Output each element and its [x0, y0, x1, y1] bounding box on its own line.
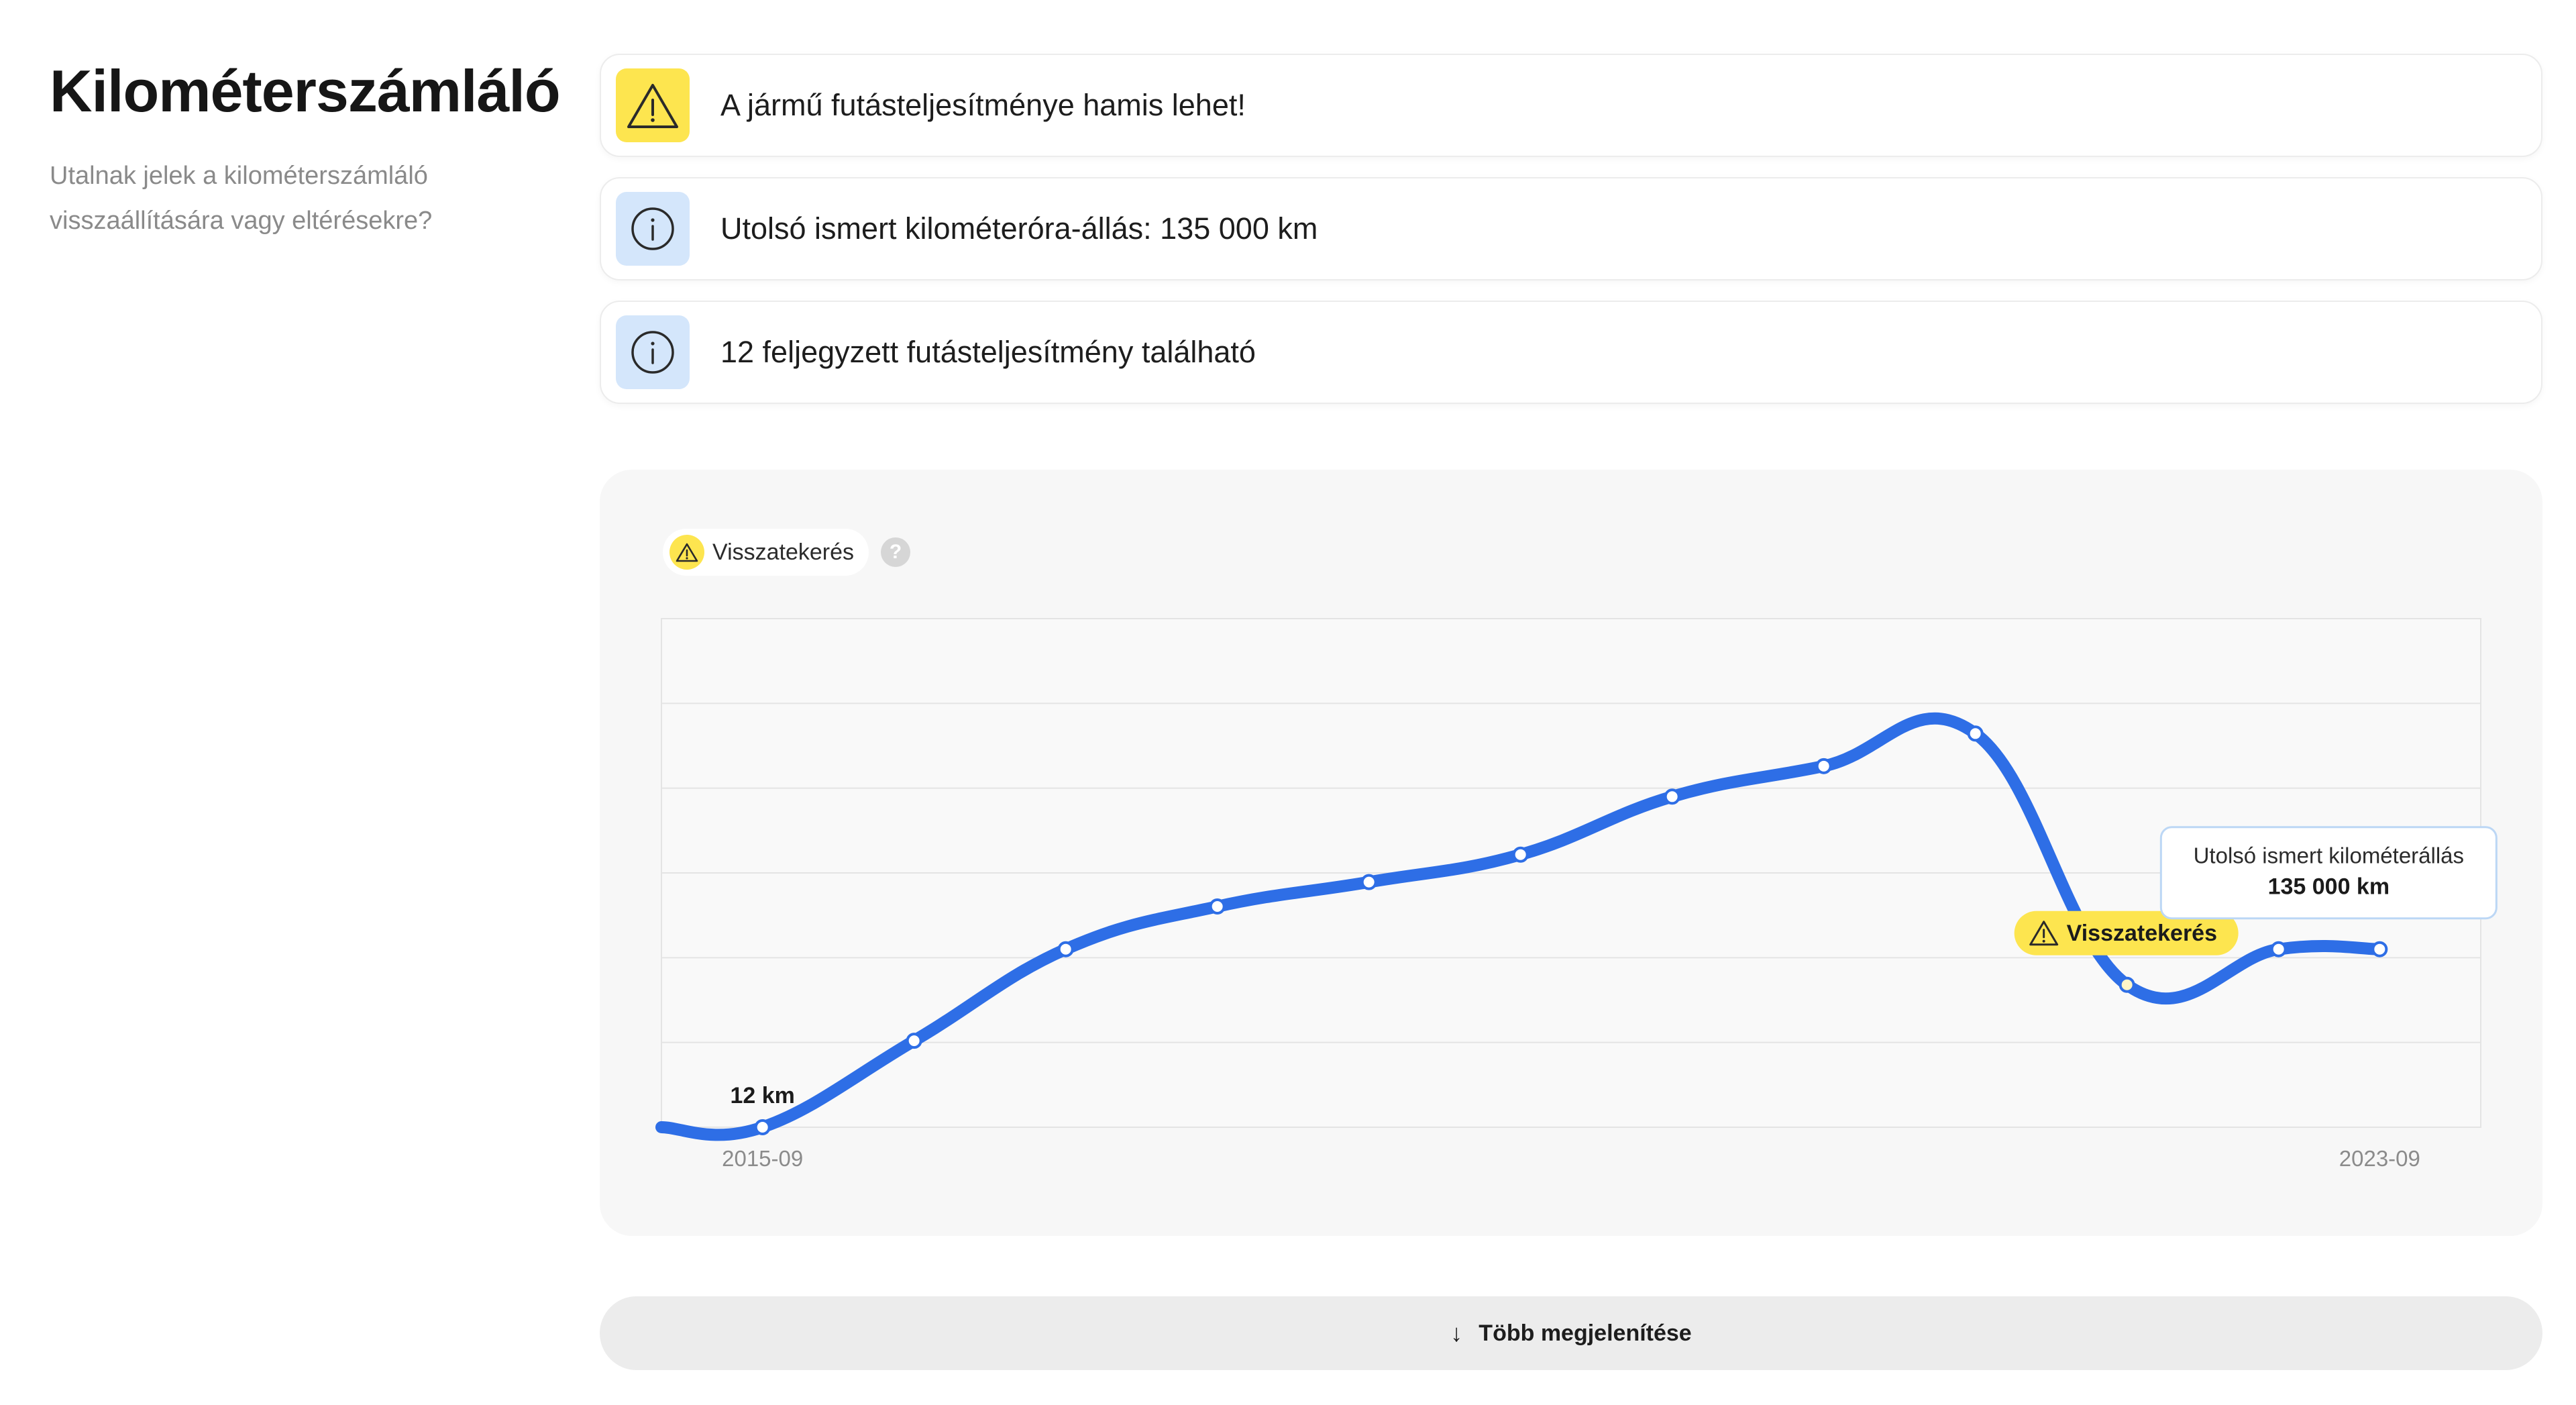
data-point: [1512, 846, 1529, 863]
data-point: [1209, 898, 1226, 915]
warning-triangle-icon: [616, 68, 690, 142]
rollback-badge-label: Visszatekerés: [2067, 921, 2217, 946]
alert-text: A jármű futásteljesítménye hamis lehet!: [720, 88, 1246, 122]
data-point: [2270, 941, 2287, 957]
data-point: [1815, 758, 1832, 774]
tooltip-value: 135 000 km: [2268, 874, 2390, 900]
header-section: Kilométerszámláló Utalnak jelek a kilomé…: [50, 58, 586, 244]
data-point: [754, 1118, 771, 1135]
data-point: [906, 1033, 922, 1049]
page-subtitle: Utalnak jelek a kilométerszámláló vissza…: [50, 161, 433, 235]
page-title: Kilométerszámláló: [50, 58, 561, 124]
x-tick-label: 2023-09: [2339, 1146, 2420, 1171]
show-more-label: Több megjelenítése: [1479, 1320, 1692, 1346]
info-circle-icon: [616, 192, 690, 266]
alerts-list: A jármű futásteljesítménye hamis lehet! …: [600, 54, 2542, 424]
alert-odometer-fraud: A jármű futásteljesítménye hamis lehet!: [600, 54, 2542, 157]
show-more-button[interactable]: ↓ Több megjelenítése: [600, 1296, 2542, 1370]
data-point: [1057, 941, 1074, 957]
x-tick-label: 2015-09: [722, 1146, 803, 1171]
alert-text: Utolsó ismert kilométeróra-állás: 135 00…: [720, 211, 1318, 246]
mileage-chart-card: Visszatekerés ? 2015-09 2023-09 12 km Vissz…: [600, 470, 2542, 1236]
mileage-line-chart: 2015-09 2023-09 12 km Visszatekerés Utolsó i…: [655, 618, 2498, 1171]
data-point: [1360, 874, 1377, 890]
data-point: [1664, 788, 1680, 805]
alert-last-known-odometer: Utolsó ismert kilométeróra-állás: 135 00…: [600, 177, 2542, 280]
warning-triangle-dot: [2042, 939, 2045, 943]
alert-records-count: 12 feljegyzett futásteljesítmény találha…: [600, 301, 2542, 404]
data-point: [2371, 941, 2388, 957]
last-value-tooltip: [2159, 826, 2498, 920]
tooltip-title: Utolsó ismert kilométerállás: [2194, 843, 2464, 868]
first-value-label: 12 km: [730, 1083, 794, 1108]
data-point: [1967, 725, 1984, 742]
info-circle-icon: [616, 315, 690, 389]
data-point: [2118, 976, 2135, 993]
alert-text: 12 feljegyzett futásteljesítmény találha…: [720, 335, 1256, 369]
arrow-down-icon: ↓: [1450, 1319, 1463, 1347]
